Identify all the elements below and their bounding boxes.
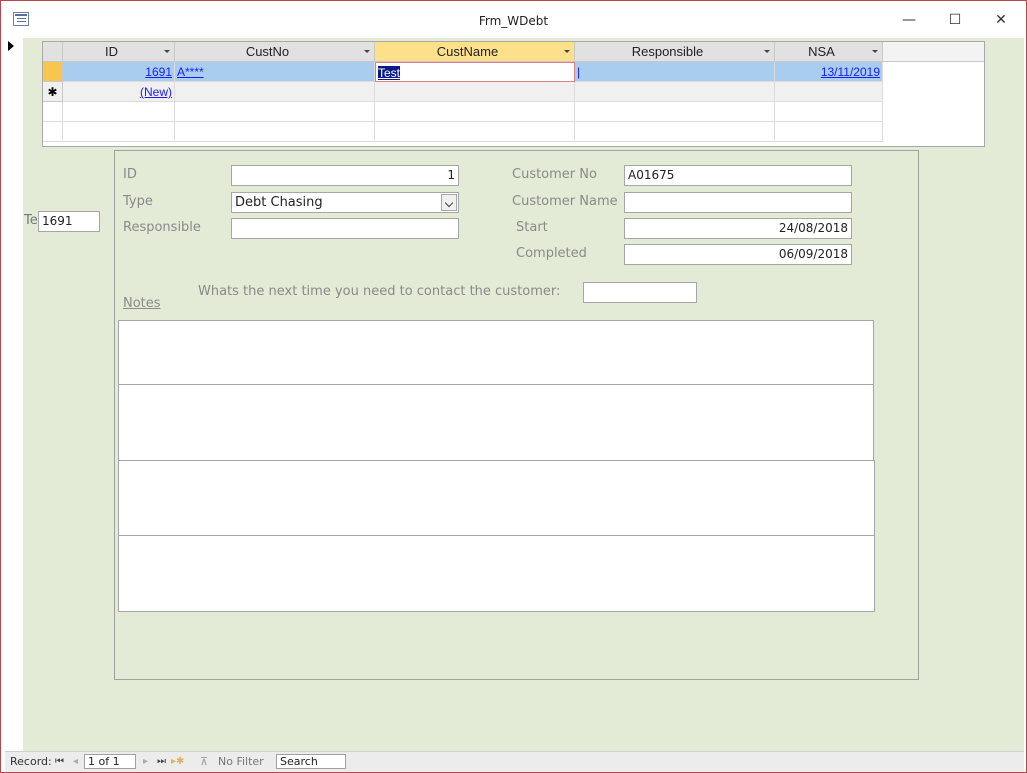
column-header-label: CustNo [245, 44, 290, 59]
cell-custno-value[interactable]: A**** [177, 65, 204, 79]
cell-responsible[interactable]: | [575, 62, 775, 82]
window-title: Frm_WDebt [478, 14, 549, 28]
notes-box-1[interactable] [118, 320, 874, 385]
record-position-field[interactable]: 1 of 1 [84, 754, 136, 769]
type-combo[interactable]: Debt Chasing [231, 192, 459, 213]
filter-icon: ⊼ [200, 755, 209, 768]
table-row[interactable]: 1691 A**** Test | 13/11/2019 [43, 62, 984, 82]
search-box[interactable]: Search [276, 754, 346, 769]
completed-date-field[interactable]: 06/09/2018 [624, 244, 852, 265]
no-filter-button[interactable]: No Filter [218, 752, 264, 772]
row-selector[interactable] [43, 62, 63, 82]
cell-empty [575, 102, 775, 122]
cell-custno[interactable]: A**** [175, 62, 375, 82]
notes-box-3[interactable] [118, 460, 875, 536]
cell-empty[interactable] [375, 82, 575, 102]
notes-label: Notes [123, 296, 161, 311]
responsible-label: Responsible [123, 220, 201, 235]
column-header-custno[interactable]: CustNo [175, 42, 375, 62]
completed-label: Completed [516, 246, 587, 261]
new-record-icon: ✱ [43, 82, 63, 102]
cell-id-new[interactable]: (New) [63, 82, 175, 102]
cell-empty [775, 102, 883, 122]
side-id-field[interactable]: 1691 [38, 211, 100, 232]
notes-box-2[interactable] [118, 384, 874, 461]
empty-row [43, 122, 984, 142]
cell-empty[interactable] [775, 82, 883, 102]
record-selector-strip[interactable] [5, 38, 24, 751]
new-record-button[interactable]: ▸✱ [171, 752, 184, 772]
id-field[interactable]: 1 [231, 165, 459, 186]
column-dropdown-icon[interactable] [164, 50, 170, 53]
last-record-button[interactable]: ⏭ [157, 752, 166, 772]
cell-id[interactable]: 1691 [63, 62, 175, 82]
cell-nsa-value[interactable]: 13/11/2019 [821, 65, 880, 79]
notes-box-4[interactable] [118, 535, 875, 612]
previous-record-button[interactable]: ◂ [73, 752, 78, 772]
column-header-label: Responsible [631, 44, 704, 59]
first-record-button[interactable]: ⏮ [55, 752, 64, 772]
column-header-empty [883, 42, 984, 62]
column-header-responsible[interactable]: Responsible [575, 42, 775, 62]
column-dropdown-icon[interactable] [764, 50, 770, 53]
column-header-id[interactable]: ID [63, 42, 175, 62]
column-header-custname[interactable]: CustName [375, 42, 575, 62]
start-date-field[interactable]: 24/08/2018 [624, 218, 852, 239]
datasheet-grid: ID CustNo CustName Responsible NSA 1691 … [42, 41, 985, 147]
cell-custname[interactable]: Test [375, 62, 575, 82]
cell-empty [43, 122, 63, 142]
empty-row [43, 102, 984, 122]
side-field-label: Te [24, 213, 38, 228]
column-header-label: ID [105, 44, 118, 59]
select-all-corner[interactable] [43, 42, 63, 62]
id-label: ID [123, 167, 137, 182]
minimize-button[interactable]: — [894, 9, 924, 31]
record-navigation-bar: Record: ⏮ ◂ 1 of 1 ▸ ⏭ ▸✱ ⊼ No Filter Se… [5, 751, 1024, 772]
customer-name-field[interactable] [624, 192, 852, 213]
responsible-field[interactable] [231, 218, 459, 239]
cell-empty[interactable] [575, 82, 775, 102]
cell-custname-value[interactable]: Test [378, 66, 401, 80]
title-bar[interactable]: Frm_WDebt — ☐ ✕ [1, 1, 1026, 39]
cell-empty [175, 122, 375, 142]
next-contact-label: Whats the next time you need to contact … [198, 284, 561, 299]
new-row-label[interactable]: (New) [140, 85, 172, 99]
column-dropdown-icon[interactable] [564, 50, 570, 53]
customer-name-label: Customer Name [512, 194, 618, 209]
type-label: Type [123, 194, 153, 209]
cell-empty [43, 102, 63, 122]
cell-empty [775, 122, 883, 142]
customer-no-label: Customer No [512, 167, 597, 182]
cell-empty [63, 122, 175, 142]
next-record-button[interactable]: ▸ [143, 752, 148, 772]
cell-empty [175, 102, 375, 122]
table-row-new[interactable]: ✱ (New) [43, 82, 984, 102]
customer-no-field[interactable]: A01675 [624, 165, 852, 186]
cell-nsa[interactable]: 13/11/2019 [775, 62, 883, 82]
current-record-arrow-icon [8, 41, 14, 51]
type-combo-value: Debt Chasing [235, 195, 323, 210]
cell-empty [575, 122, 775, 142]
cell-empty [63, 102, 175, 122]
column-header-label: NSA [808, 44, 835, 59]
maximize-button[interactable]: ☐ [940, 9, 970, 31]
chevron-down-icon[interactable] [441, 194, 457, 211]
record-label: Record: [10, 755, 52, 768]
cell-empty[interactable] [175, 82, 375, 102]
cell-responsible-value[interactable]: | [577, 65, 580, 79]
column-header-nsa[interactable]: NSA [775, 42, 883, 62]
column-dropdown-icon[interactable] [872, 50, 878, 53]
next-contact-field[interactable] [583, 282, 697, 303]
start-label: Start [516, 220, 548, 235]
close-button[interactable]: ✕ [986, 9, 1016, 31]
column-header-label: CustName [436, 44, 499, 59]
cell-id-value[interactable]: 1691 [145, 65, 172, 79]
column-dropdown-icon[interactable] [364, 50, 370, 53]
cell-empty [375, 122, 575, 142]
cell-empty [375, 102, 575, 122]
